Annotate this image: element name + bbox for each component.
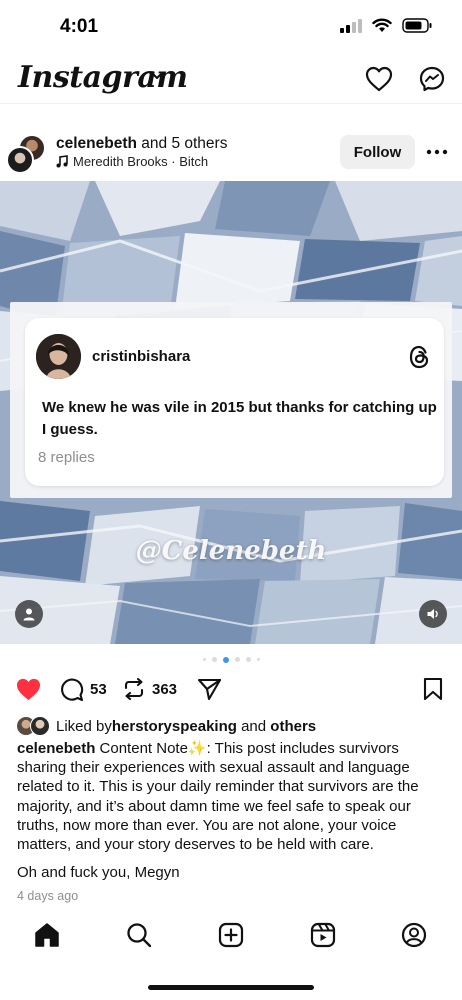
post-author[interactable]: celenebeth and 5 others <box>56 135 227 153</box>
status-time: 4:01 <box>60 16 99 37</box>
carousel-dot <box>234 657 240 662</box>
carousel-dot <box>202 658 206 661</box>
bookmark-icon <box>423 677 443 701</box>
likes-prefix: Liked by <box>56 717 112 735</box>
home-icon[interactable] <box>34 922 60 948</box>
chevron-down-icon[interactable] <box>150 71 164 81</box>
mute-toggle-button[interactable] <box>419 600 447 628</box>
create-icon[interactable] <box>218 922 244 948</box>
card-replies: 8 replies <box>38 449 95 466</box>
likes-summary[interactable]: Liked by herstoryspeaking and others <box>16 716 316 736</box>
comment-count: 53 <box>90 681 107 698</box>
tagged-people-button[interactable] <box>15 600 43 628</box>
watermark-text: @Celenebeth <box>135 536 327 566</box>
repost-icon <box>124 677 144 701</box>
carousel-dot-active <box>222 656 229 663</box>
repost-count: 363 <box>152 680 178 698</box>
threads-logo-icon <box>409 345 429 369</box>
post-actions: 53 363 <box>0 672 462 708</box>
avatar-photo <box>36 334 81 379</box>
avatar <box>36 334 81 379</box>
card-text: We knew he was vile in 2015 but thanks f… <box>42 399 437 438</box>
send-icon <box>197 678 222 701</box>
likes-mid: and <box>236 717 271 735</box>
status-bar: 4:01 <box>0 0 462 52</box>
like-button[interactable] <box>15 677 42 702</box>
heart-icon[interactable] <box>365 66 393 92</box>
repost-button[interactable]: 363 <box>122 677 177 701</box>
post-caption: celenebeth Content Note✨: This post incl… <box>17 739 447 854</box>
post-audio[interactable]: Meredith Brooks · Bitch <box>56 154 208 169</box>
author-suffix[interactable]: and 5 others <box>137 135 227 152</box>
messenger-icon[interactable] <box>419 66 445 92</box>
comment-button[interactable]: 53 <box>59 677 107 702</box>
card-username: cristinbishara <box>92 348 191 365</box>
reels-icon[interactable] <box>310 922 336 948</box>
carousel-dot <box>211 657 217 662</box>
heart-filled-icon <box>16 678 41 701</box>
threads-post-card: cristinbishara We knew he was vile in 20… <box>25 318 444 486</box>
signal-icon <box>340 18 362 33</box>
comment-icon <box>61 678 84 702</box>
speaker-icon <box>427 609 438 619</box>
post-timestamp: 4 days ago <box>17 889 79 903</box>
search-icon[interactable] <box>126 922 152 948</box>
collab-avatars[interactable] <box>6 134 46 174</box>
person-icon <box>23 608 35 621</box>
avatar <box>30 716 50 736</box>
share-button[interactable] <box>197 677 222 701</box>
profile-icon[interactable] <box>401 922 427 948</box>
post-caption-line2: Oh and fuck you, Megyn <box>17 864 180 881</box>
more-options-icon[interactable] <box>426 142 448 162</box>
save-button[interactable] <box>422 677 444 701</box>
app-header: Instagram <box>0 54 462 104</box>
likes-user[interactable]: herstoryspeaking <box>112 718 237 735</box>
audio-label: Meredith Brooks · Bitch <box>73 154 209 169</box>
battery-icon <box>402 18 432 33</box>
carousel-dot <box>245 657 251 662</box>
music-note-icon <box>56 155 68 168</box>
home-indicator <box>148 985 314 990</box>
carousel-dot <box>256 658 260 661</box>
avatar <box>6 146 34 174</box>
wifi-icon <box>372 18 392 32</box>
post-header: celenebeth and 5 others Meredith Brooks … <box>0 128 462 176</box>
likes-others[interactable]: others <box>270 718 316 735</box>
follow-button[interactable]: Follow <box>340 135 415 169</box>
liker-avatars <box>16 716 54 736</box>
carousel-dots <box>0 656 462 663</box>
tab-bar <box>0 910 462 1000</box>
caption-author[interactable]: celenebeth <box>17 740 95 757</box>
status-icons <box>340 18 432 33</box>
author-username[interactable]: celenebeth <box>56 135 137 152</box>
